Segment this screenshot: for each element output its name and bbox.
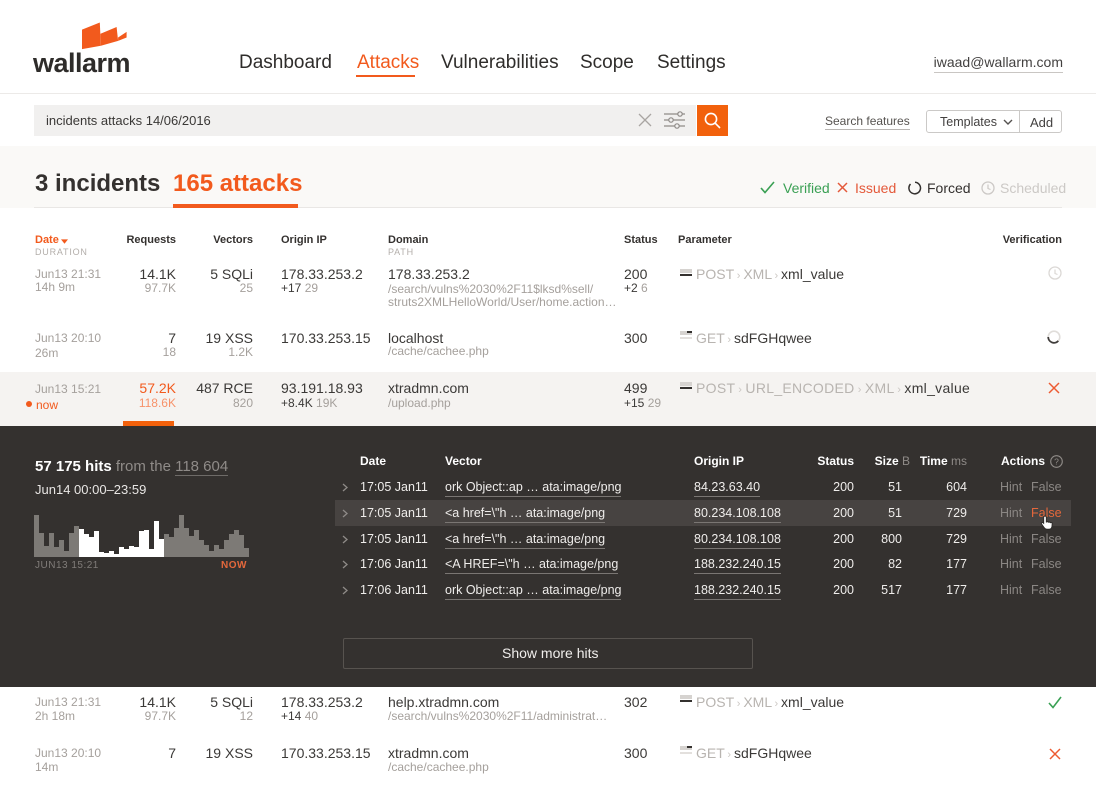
svg-text:?: ? bbox=[1054, 457, 1059, 467]
